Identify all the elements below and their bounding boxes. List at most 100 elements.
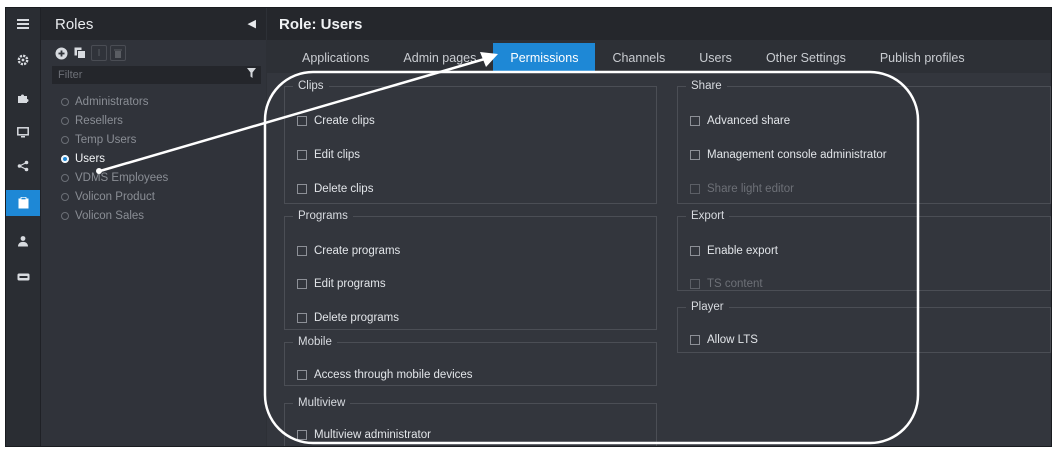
create-programs-option[interactable]: Create programs xyxy=(297,245,400,257)
page-title: Role: Users xyxy=(279,15,363,33)
allow-lts-option[interactable]: Allow LTS xyxy=(690,334,758,346)
checkbox[interactable] xyxy=(690,279,700,289)
role-label: Temp Users xyxy=(75,133,137,146)
share-icon[interactable] xyxy=(6,153,40,179)
create-clips-option[interactable]: Create clips xyxy=(297,115,375,127)
filter-input[interactable] xyxy=(52,68,240,82)
monitor-icon[interactable] xyxy=(6,119,40,145)
user-icon[interactable] xyxy=(6,228,40,254)
group-title: Clips xyxy=(298,80,324,92)
radio-button[interactable] xyxy=(61,135,69,144)
filter-field xyxy=(52,66,261,84)
device-icon[interactable] xyxy=(6,264,40,290)
edit-programs-option[interactable]: Edit programs xyxy=(297,278,386,290)
export-group: Export Enable export TS content xyxy=(677,210,1051,291)
checkbox[interactable] xyxy=(297,313,307,323)
checkbox[interactable] xyxy=(690,116,700,126)
role-item-volicon-sales[interactable]: Volicon Sales xyxy=(61,206,266,225)
group-title: Multiview xyxy=(298,397,346,409)
checkbox[interactable] xyxy=(297,246,307,256)
radio-button[interactable] xyxy=(61,116,69,125)
clipboard-icon[interactable] xyxy=(6,190,40,216)
roles-toolbar: I xyxy=(41,40,266,66)
tab-bar: Applications Admin pages Permissions Cha… xyxy=(267,43,1051,73)
radio-button[interactable] xyxy=(61,211,69,220)
checkbox-label: Share light editor xyxy=(707,183,794,195)
delete-clips-option[interactable]: Delete clips xyxy=(297,183,373,195)
programs-group: Programs Create programs Edit programs D… xyxy=(284,210,657,330)
tab-applications[interactable]: Applications xyxy=(285,43,386,73)
role-item-administrators[interactable]: Administrators xyxy=(61,92,266,111)
copy-role-button[interactable] xyxy=(72,45,88,61)
role-item-users[interactable]: Users xyxy=(61,149,266,168)
radio-button[interactable] xyxy=(61,173,69,182)
checkbox[interactable] xyxy=(297,279,307,289)
checkbox-label: Access through mobile devices xyxy=(314,369,473,381)
role-label: Users xyxy=(75,152,106,165)
management-console-admin-option[interactable]: Management console administrator xyxy=(690,149,887,161)
checkbox-label: Advanced share xyxy=(707,115,791,127)
checkbox-label: Create programs xyxy=(314,245,401,257)
checkbox[interactable] xyxy=(297,370,307,380)
mobile-group: Mobile Access through mobile devices xyxy=(284,336,657,386)
checkbox-label: Delete programs xyxy=(314,312,400,324)
share-group: Share Advanced share Management console … xyxy=(677,80,1051,204)
checkbox-label: Enable export xyxy=(707,245,778,257)
radio-button[interactable] xyxy=(61,192,69,201)
checkbox[interactable] xyxy=(690,246,700,256)
role-label: Resellers xyxy=(75,114,123,127)
puzzle-icon[interactable] xyxy=(6,85,40,111)
role-label: Volicon Sales xyxy=(75,209,145,222)
edit-clips-option[interactable]: Edit clips xyxy=(297,149,360,161)
page-header: Role: Users xyxy=(267,8,1051,40)
checkbox-label: Management console administrator xyxy=(707,149,887,161)
role-label: Administrators xyxy=(75,95,149,108)
app-window: Roles ◀ I Administrators Resellers Temp … xyxy=(5,7,1052,447)
checkbox[interactable] xyxy=(690,150,700,160)
group-title: Mobile xyxy=(298,336,332,348)
icon-rail xyxy=(6,8,41,446)
role-item-vdms-employees[interactable]: VDMS Employees xyxy=(61,168,266,187)
radio-button-selected[interactable] xyxy=(61,154,69,163)
delete-role-button[interactable] xyxy=(110,45,126,61)
mobile-access-option[interactable]: Access through mobile devices xyxy=(297,369,473,381)
collapse-sidebar-icon[interactable]: ◀ xyxy=(248,17,256,30)
multiview-group: Multiview Multiview administrator xyxy=(284,397,657,446)
tab-channels[interactable]: Channels xyxy=(595,43,682,73)
add-role-button[interactable] xyxy=(53,45,69,61)
advanced-share-option[interactable]: Advanced share xyxy=(690,115,790,127)
role-label: VDMS Employees xyxy=(75,171,169,184)
checkbox[interactable] xyxy=(297,184,307,194)
menu-icon[interactable] xyxy=(6,11,40,37)
share-light-editor-option[interactable]: Share light editor xyxy=(690,183,794,195)
role-item-volicon-product[interactable]: Volicon Product xyxy=(61,187,266,206)
tab-permissions[interactable]: Permissions xyxy=(493,43,596,73)
checkbox[interactable] xyxy=(297,430,307,440)
permissions-panel: Clips Create clips Edit clips Delete cli… xyxy=(267,73,1051,446)
filter-icon[interactable] xyxy=(247,68,256,81)
tab-users[interactable]: Users xyxy=(682,43,749,73)
enable-export-option[interactable]: Enable export xyxy=(690,245,778,257)
checkbox-label: Edit programs xyxy=(314,278,386,290)
multiview-admin-option[interactable]: Multiview administrator xyxy=(297,429,431,441)
role-item-temp-users[interactable]: Temp Users xyxy=(61,130,266,149)
checkbox-label: Multiview administrator xyxy=(314,429,431,441)
tab-publish-profiles[interactable]: Publish profiles xyxy=(863,43,982,73)
rename-role-button[interactable]: I xyxy=(91,45,107,61)
role-item-resellers[interactable]: Resellers xyxy=(61,111,266,130)
gear-icon[interactable] xyxy=(6,47,40,73)
group-title: Export xyxy=(691,210,725,222)
checkbox[interactable] xyxy=(297,150,307,160)
checkbox[interactable] xyxy=(690,335,700,345)
delete-programs-option[interactable]: Delete programs xyxy=(297,312,399,324)
main-content: Role: Users Applications Admin pages Per… xyxy=(267,8,1051,446)
checkbox[interactable] xyxy=(297,116,307,126)
clips-group: Clips Create clips Edit clips Delete cli… xyxy=(284,80,657,204)
ts-content-option[interactable]: TS content xyxy=(690,278,763,290)
checkbox-label: Delete clips xyxy=(314,183,374,195)
role-label: Volicon Product xyxy=(75,190,155,203)
tab-other-settings[interactable]: Other Settings xyxy=(749,43,863,73)
checkbox[interactable] xyxy=(690,184,700,194)
radio-button[interactable] xyxy=(61,97,69,106)
tab-admin-pages[interactable]: Admin pages xyxy=(386,43,493,73)
